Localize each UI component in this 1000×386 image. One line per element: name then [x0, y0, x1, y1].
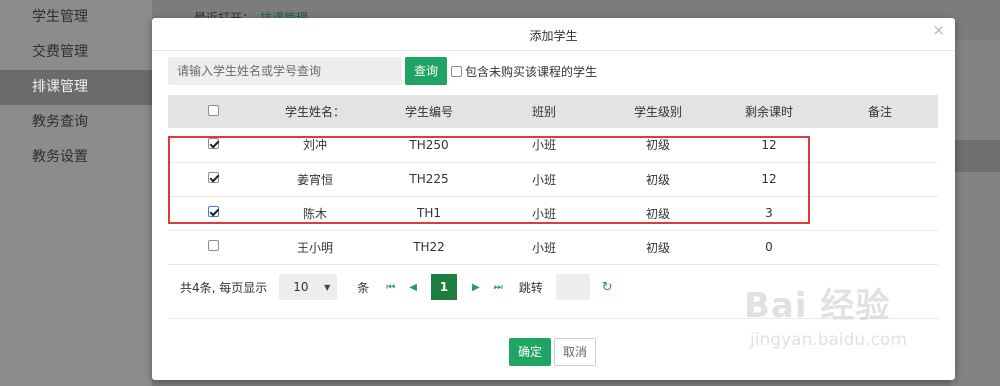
cancel-button[interactable]: 取消	[554, 338, 596, 366]
sidebar: 学生管理 交费管理 排课管理 教务查询 教务设置	[0, 0, 152, 386]
student-id: TH225	[370, 162, 488, 197]
close-icon[interactable]: ×	[932, 23, 945, 38]
jump-page-input[interactable]	[555, 274, 590, 300]
student-hours: 0	[716, 230, 822, 265]
student-id: TH1	[370, 196, 488, 231]
table-row[interactable]: 刘冲 TH250 小班 初级 12	[168, 128, 938, 163]
student-level: 初级	[600, 230, 716, 265]
student-table: 学生姓名： 学生编号 班别 学生级别 剩余课时 备注 刘冲 TH250 小班 初…	[168, 95, 938, 265]
student-class: 小班	[488, 230, 600, 265]
prev-page-icon[interactable]: ◀	[409, 282, 417, 293]
page-size-value: 10	[293, 280, 309, 294]
sidebar-item-fees[interactable]: 交费管理	[0, 35, 152, 70]
student-id: TH22	[370, 230, 488, 265]
student-id: TH250	[370, 128, 488, 163]
confirm-button[interactable]: 确定	[509, 338, 551, 366]
table-row[interactable]: 陈木 TH1 小班 初级 3	[168, 196, 938, 231]
sidebar-item-students[interactable]: 学生管理	[0, 0, 152, 35]
row-checkbox[interactable]	[208, 137, 219, 149]
row-checkbox[interactable]	[208, 206, 219, 217]
table-row[interactable]: 王小明 TH22 小班 初级 0	[168, 230, 938, 265]
row-select-cell	[168, 128, 260, 163]
query-button[interactable]: 查询	[405, 57, 447, 85]
student-name: 王小明	[260, 230, 370, 265]
add-student-dialog: 添加学生 × 查询 包含未购买该课程的学生 学生姓名： 学生编号 班别 学生级别…	[152, 18, 955, 380]
select-all-checkbox[interactable]	[208, 104, 219, 116]
student-note	[822, 196, 938, 231]
sidebar-item-academic-query[interactable]: 教务查询	[0, 105, 152, 140]
column-header-note: 备注	[822, 95, 938, 128]
page-size-select[interactable]: 10 ▼	[279, 274, 338, 300]
dialog-title: 添加学生	[529, 29, 578, 43]
student-class: 小班	[488, 196, 600, 231]
student-level: 初级	[600, 196, 716, 231]
pagination: 共4条, 每页显示 10 ▼ 条 ⏮ ◀ 1 ▶ ⏭ 跳转 ↻	[180, 274, 613, 300]
student-name: 姜宵恒	[260, 162, 370, 197]
include-unpurchased-checkbox[interactable]	[451, 65, 462, 77]
total-count-label: 共4条, 每页显示	[180, 280, 268, 295]
row-checkbox[interactable]	[208, 240, 219, 251]
student-note	[822, 162, 938, 197]
current-page-button[interactable]: 1	[430, 274, 457, 300]
row-select-cell	[168, 162, 260, 197]
include-unpurchased-option[interactable]: 包含未购买该课程的学生	[451, 63, 597, 80]
next-page-icon[interactable]: ▶	[472, 282, 480, 293]
search-input[interactable]	[168, 57, 402, 85]
student-class: 小班	[488, 162, 600, 197]
student-note	[822, 128, 938, 163]
include-unpurchased-label: 包含未购买该课程的学生	[465, 64, 598, 79]
sidebar-item-academic-settings[interactable]: 教务设置	[0, 140, 152, 175]
student-hours: 3	[716, 196, 822, 231]
student-level: 初级	[600, 128, 716, 163]
column-header-level: 学生级别	[600, 95, 716, 128]
dialog-header: 添加学生 ×	[152, 18, 955, 51]
column-header-hours: 剩余课时	[716, 95, 822, 128]
select-all-cell	[168, 95, 260, 128]
page-size-unit: 条	[357, 280, 370, 295]
student-class: 小班	[488, 128, 600, 163]
refresh-icon[interactable]: ↻	[602, 280, 613, 295]
student-name: 陈木	[260, 196, 370, 231]
footer-divider	[168, 318, 939, 319]
row-select-cell	[168, 196, 260, 231]
student-hours: 12	[716, 162, 822, 197]
row-select-cell	[168, 230, 260, 265]
caret-down-icon: ▼	[324, 282, 331, 292]
table-row[interactable]: 姜宵恒 TH225 小班 初级 12	[168, 162, 938, 197]
student-hours: 12	[716, 128, 822, 163]
column-header-id: 学生编号	[370, 95, 488, 128]
sidebar-item-scheduling[interactable]: 排课管理	[0, 70, 152, 105]
jump-label: 跳转	[518, 280, 543, 295]
last-page-icon[interactable]: ⏭	[494, 282, 503, 293]
column-header-name: 学生姓名：	[260, 95, 370, 128]
table-header-row: 学生姓名： 学生编号 班别 学生级别 剩余课时 备注	[168, 95, 938, 128]
row-checkbox[interactable]	[208, 172, 219, 183]
background-panel	[950, 40, 1000, 386]
search-bar: 查询 包含未购买该课程的学生	[168, 57, 597, 85]
background-row	[950, 140, 1000, 172]
student-name: 刘冲	[260, 128, 370, 163]
column-header-class: 班别	[488, 95, 600, 128]
student-level: 初级	[600, 162, 716, 197]
first-page-icon[interactable]: ⏮	[386, 282, 395, 293]
student-note	[822, 230, 938, 265]
